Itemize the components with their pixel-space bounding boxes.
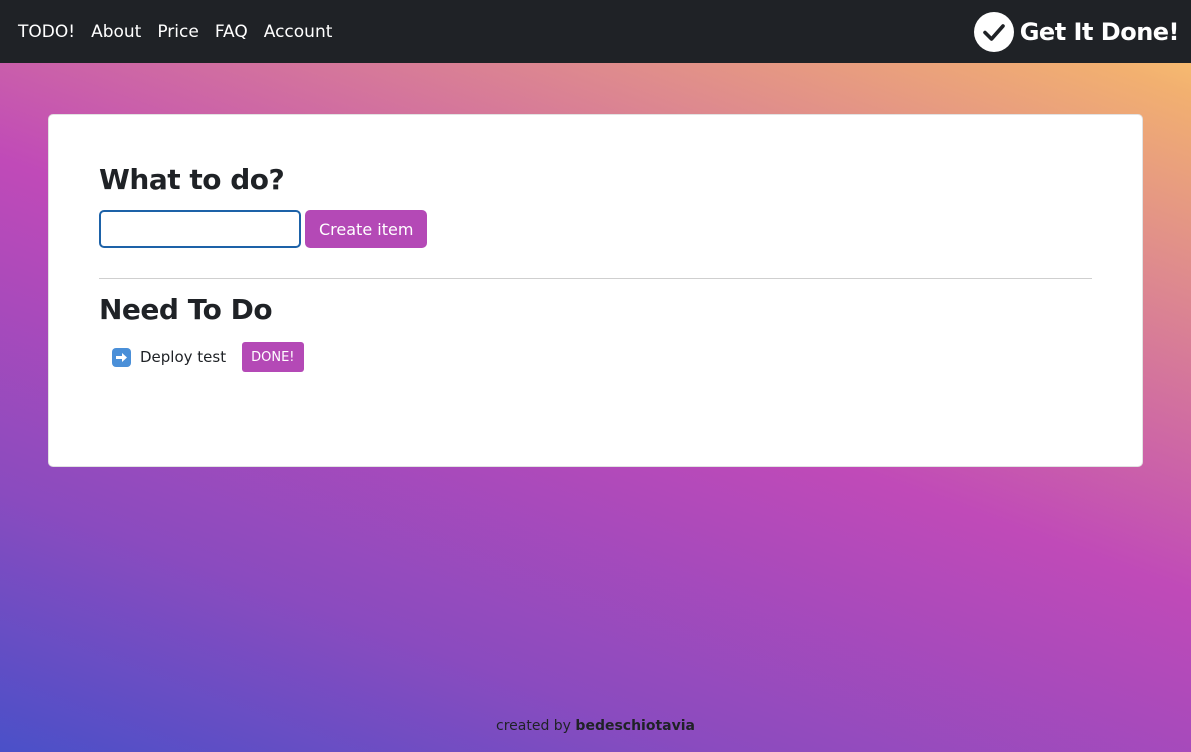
- navbar: TODO! About Price FAQ Account Get It Don…: [0, 0, 1191, 63]
- brand-logo[interactable]: Get It Done!: [973, 11, 1180, 52]
- footer: created by bedeschiotavia: [0, 718, 1191, 734]
- brand-name: Get It Done!: [1019, 17, 1180, 46]
- nav-link-price[interactable]: Price: [157, 22, 198, 42]
- todo-card: What to do? Create item Need To Do Deplo…: [48, 114, 1143, 467]
- check-circle-icon: [973, 11, 1014, 52]
- nav-links: TODO! About Price FAQ Account: [18, 22, 332, 42]
- todo-list: Deploy test DONE!: [99, 342, 1092, 372]
- list-item: Deploy test DONE!: [112, 342, 1092, 372]
- nav-link-todo[interactable]: TODO!: [18, 22, 75, 42]
- todo-list-title: Need To Do: [99, 293, 273, 326]
- nav-link-about[interactable]: About: [91, 22, 141, 42]
- todo-input[interactable]: [99, 210, 301, 248]
- footer-author: bedeschiotavia: [575, 718, 695, 734]
- footer-prefix: created by: [496, 718, 571, 734]
- form-title: What to do?: [99, 163, 285, 196]
- divider: [99, 278, 1092, 279]
- create-item-form: Create item: [99, 210, 1092, 248]
- create-item-button[interactable]: Create item: [305, 210, 428, 248]
- nav-link-account[interactable]: Account: [264, 22, 333, 42]
- arrow-right-icon: [112, 347, 131, 367]
- item-text: Deploy test: [140, 348, 227, 366]
- nav-link-faq[interactable]: FAQ: [215, 22, 248, 42]
- done-button[interactable]: DONE!: [242, 342, 304, 372]
